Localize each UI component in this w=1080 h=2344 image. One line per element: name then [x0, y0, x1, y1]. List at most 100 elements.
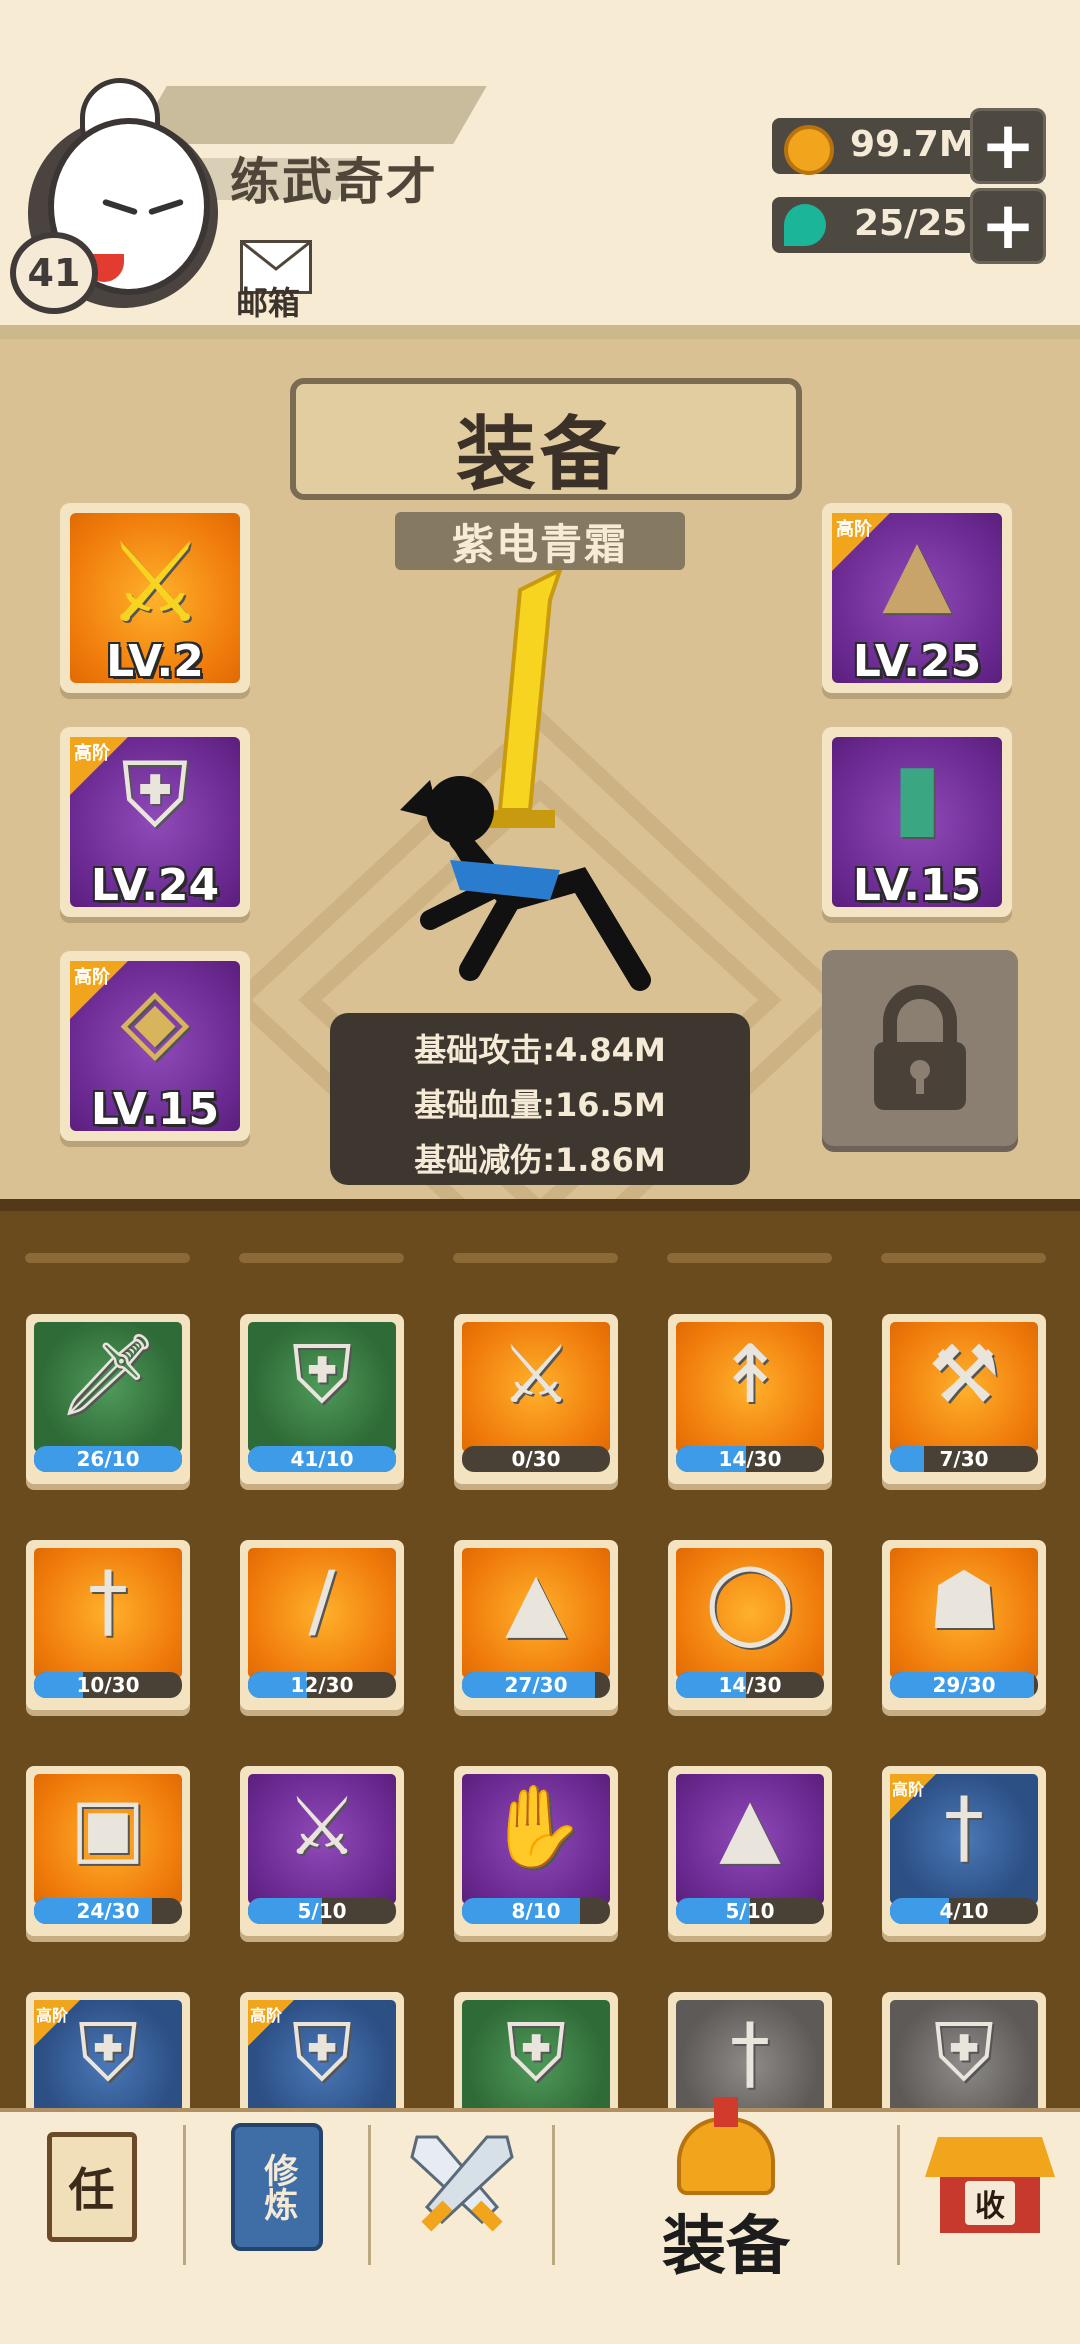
item-count: 10/30	[76, 1673, 140, 1697]
gold-amount: 99.7M	[850, 124, 975, 165]
equip-slot-weapon[interactable]: ⚔ LV.2	[60, 503, 250, 693]
vest-icon: ▣	[70, 1780, 146, 1873]
equip-slot-necklace[interactable]: ◈ 高阶 LV.15	[60, 951, 250, 1141]
inventory-item[interactable]: ↟ 14/30	[668, 1314, 832, 1484]
hammer-icon: ⚒	[928, 1328, 1000, 1421]
armor-icon: ⛨	[934, 2006, 994, 2099]
inventory-item[interactable]: ⚔ 0/30	[454, 1314, 618, 1484]
item-progress-bar: 7/30	[890, 1446, 1038, 1472]
golden-sword-icon: ⚔	[105, 519, 205, 647]
jagged-sword-icon: ⚔	[286, 1780, 358, 1873]
inventory-item[interactable]: † 10/30	[26, 1540, 190, 1710]
scroll-icon: 任	[46, 2132, 137, 2242]
item-count: 0/30	[511, 1447, 561, 1471]
item-progress-bar: 41/10	[248, 1446, 396, 1472]
inventory-divider	[0, 1199, 1080, 1211]
lock-icon	[874, 985, 966, 1110]
inventory-item[interactable]: 🗡 26/10	[26, 1314, 190, 1484]
shelf	[239, 1253, 404, 1263]
staff-icon: ∕	[308, 1554, 336, 1647]
add-gold-button[interactable]: +	[970, 108, 1046, 184]
item-count: 24/30	[76, 1899, 140, 1923]
nav-equipment-active[interactable]: 装备	[555, 2097, 897, 2292]
weapon-name-banner: 紫电青霜	[395, 512, 685, 570]
item-count: 7/30	[939, 1447, 989, 1471]
mail-label[interactable]: 邮箱	[236, 278, 300, 324]
nav-equipment-label: 装备	[662, 2210, 790, 2284]
gold-coin-icon	[784, 125, 834, 175]
item-count: 14/30	[718, 1447, 782, 1471]
character-figure	[400, 570, 651, 991]
tier-badge: 高阶	[74, 967, 110, 988]
shelf	[25, 1253, 190, 1263]
shelf	[881, 1253, 1046, 1263]
item-progress-bar: 5/10	[248, 1898, 396, 1924]
add-gem-button[interactable]: +	[970, 188, 1046, 264]
nav-shop[interactable]: 收	[900, 2112, 1080, 2262]
name-ribbon	[133, 86, 487, 144]
equip-slot-hat[interactable]: ▲ 高阶 LV.25	[822, 503, 1012, 693]
inventory-item[interactable]: ⚔ 5/10	[240, 1766, 404, 1936]
inventory-item[interactable]: ⚒ 7/30	[882, 1314, 1046, 1484]
inventory-item[interactable]: ✋ 8/10	[454, 1766, 618, 1936]
tier-badge: 高阶	[836, 519, 872, 540]
tier-badge: 高阶	[250, 2006, 283, 2025]
broadsword-icon: ⚔	[500, 1328, 572, 1421]
nav-quests[interactable]: 任	[0, 2112, 183, 2262]
hat-icon: ▲	[719, 1780, 781, 1873]
equip-slot-bracer[interactable]: ▮ LV.15	[822, 727, 1012, 917]
item-progress-bar: 0/30	[462, 1446, 610, 1472]
inventory-item[interactable]: ▣ 24/30	[26, 1766, 190, 1936]
inventory-item[interactable]: ⛨ 41/10	[240, 1314, 404, 1484]
locked-slot[interactable]	[822, 950, 1018, 1146]
cloak-icon: ☗	[928, 1554, 1000, 1647]
item-count: 26/10	[76, 1447, 140, 1471]
item-progress-bar: 14/30	[676, 1672, 824, 1698]
hat-icon: ▲	[505, 1554, 567, 1647]
gem-icon	[784, 204, 826, 246]
nav-battle[interactable]	[371, 2112, 552, 2262]
item-progress-bar: 24/30	[34, 1898, 182, 1924]
item-progress-bar: 29/30	[890, 1672, 1038, 1698]
cleaver-icon: 🗡	[57, 1328, 159, 1421]
book-icon: 修炼	[231, 2123, 323, 2251]
equip-slot-armor[interactable]: ⛨ 高阶 LV.24	[60, 727, 250, 917]
stat-defense: 基础减伤:1.86M	[414, 1141, 666, 1179]
helmet-icon	[677, 2097, 775, 2195]
inventory-item[interactable]: † 高阶 4/10	[882, 1766, 1046, 1936]
item-count: 5/10	[297, 1899, 347, 1923]
inventory-item[interactable]: ◯ 14/30	[668, 1540, 832, 1710]
nav-training[interactable]: 修炼	[186, 2112, 368, 2262]
armor-icon: ⛨	[292, 1328, 352, 1421]
item-progress-bar: 14/30	[676, 1446, 824, 1472]
item-count: 41/10	[290, 1447, 354, 1471]
item-progress-bar: 12/30	[248, 1672, 396, 1698]
item-progress-bar: 27/30	[462, 1672, 610, 1698]
item-progress-bar: 10/30	[34, 1672, 182, 1698]
inventory-item[interactable]: ▲ 5/10	[668, 1766, 832, 1936]
item-count: 29/30	[932, 1673, 996, 1697]
player-name: 练武奇才	[230, 153, 438, 211]
bracer-icon: ▮	[892, 743, 942, 848]
inventory-item[interactable]: ☗ 29/30	[882, 1540, 1046, 1710]
sword-icon: †	[730, 2006, 770, 2099]
shelf	[453, 1253, 618, 1263]
stat-health: 基础血量:16.5M	[414, 1086, 666, 1124]
inventory-item[interactable]: ▲ 27/30	[454, 1540, 618, 1710]
shelf	[667, 1253, 832, 1263]
item-count: 8/10	[511, 1899, 561, 1923]
crossed-swords-icon	[409, 2135, 514, 2232]
item-count: 5/10	[725, 1899, 775, 1923]
inventory-item[interactable]: ∕ 12/30	[240, 1540, 404, 1710]
spear-icon: ↟	[716, 1328, 784, 1421]
item-count: 4/10	[939, 1899, 989, 1923]
stats-panel: 基础攻击:4.84M 基础血量:16.5M 基础减伤:1.86M	[330, 1013, 750, 1185]
gem-amount: 25/25	[854, 203, 968, 244]
stat-attack: 基础攻击:4.84M	[414, 1031, 666, 1069]
page-title: 装备	[456, 408, 624, 501]
sword-icon: †	[88, 1554, 128, 1647]
tier-badge: 高阶	[892, 1780, 925, 1799]
gauntlet-icon: ✋	[486, 1780, 586, 1873]
tier-badge: 高阶	[36, 2006, 69, 2025]
bracelet-icon: ◯	[705, 1554, 795, 1647]
